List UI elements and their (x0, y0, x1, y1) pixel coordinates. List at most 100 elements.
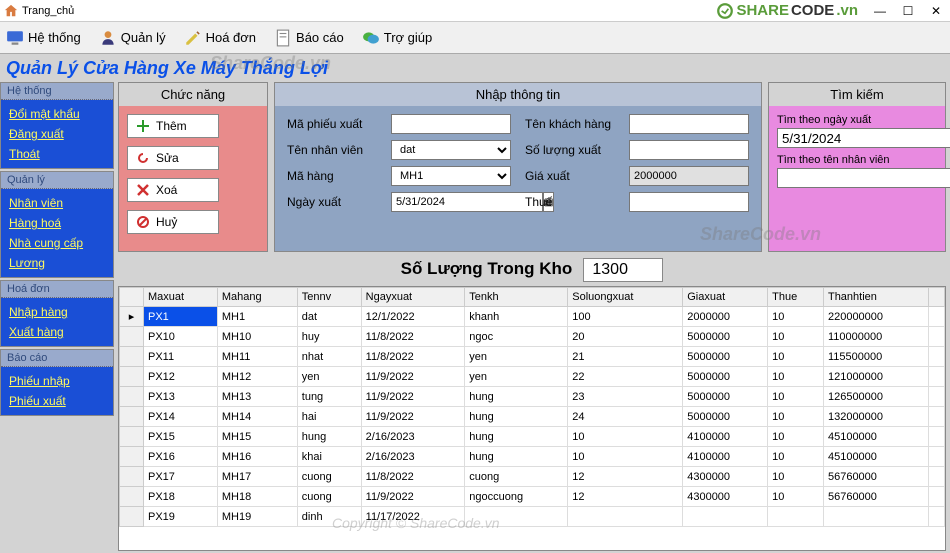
row-selector[interactable] (120, 467, 144, 487)
cell[interactable]: 100 (568, 307, 683, 327)
cell[interactable]: 11/9/2022 (361, 367, 465, 387)
table-row[interactable]: ▸PX1MH1dat12/1/2022khanh1002000000102200… (120, 307, 945, 327)
select-tennv[interactable]: dat (391, 140, 511, 160)
cell[interactable] (683, 507, 768, 527)
maximize-button[interactable]: ☐ (898, 4, 918, 18)
sidebar-link-hanghoa[interactable]: Hàng hoá (9, 213, 105, 233)
cell[interactable]: 10 (768, 487, 824, 507)
col-header[interactable]: Maxuat (144, 288, 218, 307)
table-row[interactable]: PX12MH12yen11/9/2022yen22500000010121000… (120, 367, 945, 387)
cell[interactable]: hung (297, 427, 361, 447)
cell[interactable]: 220000000 (823, 307, 928, 327)
col-header[interactable]: Thanhtien (823, 288, 928, 307)
cell[interactable]: hung (465, 447, 568, 467)
sidebar-link-phieunhap[interactable]: Phiếu nhập (9, 371, 105, 391)
cell[interactable]: MH14 (217, 407, 297, 427)
row-selector[interactable] (120, 367, 144, 387)
cell[interactable]: cuong (465, 467, 568, 487)
cell[interactable]: PX13 (144, 387, 218, 407)
cell[interactable]: PX10 (144, 327, 218, 347)
cell[interactable] (823, 507, 928, 527)
data-grid[interactable]: MaxuatMahangTennvNgayxuatTenkhSoluongxua… (118, 286, 946, 551)
row-selector[interactable] (120, 507, 144, 527)
input-slxuat[interactable] (629, 140, 749, 160)
cell[interactable]: 5000000 (683, 327, 768, 347)
delete-button[interactable]: Xoá (127, 178, 219, 202)
cell[interactable]: 10 (568, 447, 683, 467)
cell[interactable]: 10 (768, 467, 824, 487)
row-selector[interactable] (120, 347, 144, 367)
cell[interactable]: cuong (297, 487, 361, 507)
cell[interactable]: 12 (568, 487, 683, 507)
table-row[interactable]: PX17MH17cuong11/8/2022cuong1243000001056… (120, 467, 945, 487)
menu-baocao[interactable]: Báo cáo (274, 29, 344, 47)
add-button[interactable]: Thêm (127, 114, 219, 138)
cell[interactable]: ngoccuong (465, 487, 568, 507)
row-selector[interactable] (120, 327, 144, 347)
cell[interactable]: yen (465, 367, 568, 387)
table-row[interactable]: PX15MH15hung2/16/2023hung104100000104510… (120, 427, 945, 447)
cell[interactable]: 10 (768, 367, 824, 387)
table-row[interactable]: PX11MH11nhat11/8/2022yen2150000001011550… (120, 347, 945, 367)
col-header[interactable]: Ngayxuat (361, 288, 465, 307)
sidebar-link-luong[interactable]: Lương (9, 253, 105, 273)
cell[interactable]: 10 (768, 447, 824, 467)
cell[interactable]: yen (297, 367, 361, 387)
cell[interactable]: PX14 (144, 407, 218, 427)
sidebar-link-phieuxuat[interactable]: Phiếu xuất (9, 391, 105, 411)
sidebar-link-thoat[interactable]: Thoát (9, 144, 105, 164)
cell[interactable]: dinh (297, 507, 361, 527)
sidebar-link-nhanvien[interactable]: Nhân viên (9, 193, 105, 213)
sidebar-link-dangxuat[interactable]: Đăng xuất (9, 124, 105, 144)
close-button[interactable]: ✕ (926, 4, 946, 18)
col-header[interactable]: Soluongxuat (568, 288, 683, 307)
cell[interactable]: PX17 (144, 467, 218, 487)
cell[interactable]: MH19 (217, 507, 297, 527)
row-selector[interactable] (120, 427, 144, 447)
menu-hoadon[interactable]: Hoá đơn (184, 29, 256, 47)
cell[interactable]: 10 (768, 347, 824, 367)
cell[interactable] (768, 507, 824, 527)
cell[interactable]: 10 (768, 307, 824, 327)
table-row[interactable]: PX13MH13tung11/9/2022hung235000000101265… (120, 387, 945, 407)
cell[interactable]: hai (297, 407, 361, 427)
cell[interactable]: 10 (768, 327, 824, 347)
row-selector[interactable] (120, 407, 144, 427)
cell[interactable]: MH11 (217, 347, 297, 367)
cell[interactable]: 4100000 (683, 447, 768, 467)
cell[interactable]: hung (465, 427, 568, 447)
cell[interactable]: 12/1/2022 (361, 307, 465, 327)
cell[interactable]: 4300000 (683, 487, 768, 507)
cell[interactable]: 5000000 (683, 367, 768, 387)
cell[interactable]: 5000000 (683, 347, 768, 367)
table-row[interactable]: PX14MH14hai11/9/2022hung2450000001013200… (120, 407, 945, 427)
cell[interactable]: 11/17/2022 (361, 507, 465, 527)
table-row[interactable]: PX10MH10huy11/8/2022ngoc2050000001011000… (120, 327, 945, 347)
col-header[interactable]: Tennv (297, 288, 361, 307)
cell[interactable]: 110000000 (823, 327, 928, 347)
cell[interactable]: 11/8/2022 (361, 327, 465, 347)
cell[interactable]: hung (465, 387, 568, 407)
cell[interactable]: MH10 (217, 327, 297, 347)
cell[interactable]: 11/8/2022 (361, 347, 465, 367)
cell[interactable]: MH16 (217, 447, 297, 467)
table-row[interactable]: PX19MH19dinh11/17/2022 (120, 507, 945, 527)
row-selector[interactable]: ▸ (120, 307, 144, 327)
cell[interactable]: PX15 (144, 427, 218, 447)
cell[interactable]: 12 (568, 467, 683, 487)
cell[interactable]: 21 (568, 347, 683, 367)
cell[interactable]: 10 (768, 387, 824, 407)
cell[interactable]: MH15 (217, 427, 297, 447)
cell[interactable]: 115500000 (823, 347, 928, 367)
cell[interactable]: ngoc (465, 327, 568, 347)
cell[interactable]: 2000000 (683, 307, 768, 327)
cell[interactable]: 11/8/2022 (361, 467, 465, 487)
cell[interactable]: 5000000 (683, 387, 768, 407)
cell[interactable]: 126500000 (823, 387, 928, 407)
sidebar-link-nhacungcap[interactable]: Nhà cung cấp (9, 233, 105, 253)
cell[interactable]: MH1 (217, 307, 297, 327)
cell[interactable]: MH18 (217, 487, 297, 507)
cell[interactable]: 45100000 (823, 447, 928, 467)
cell[interactable]: PX12 (144, 367, 218, 387)
cell[interactable]: nhat (297, 347, 361, 367)
